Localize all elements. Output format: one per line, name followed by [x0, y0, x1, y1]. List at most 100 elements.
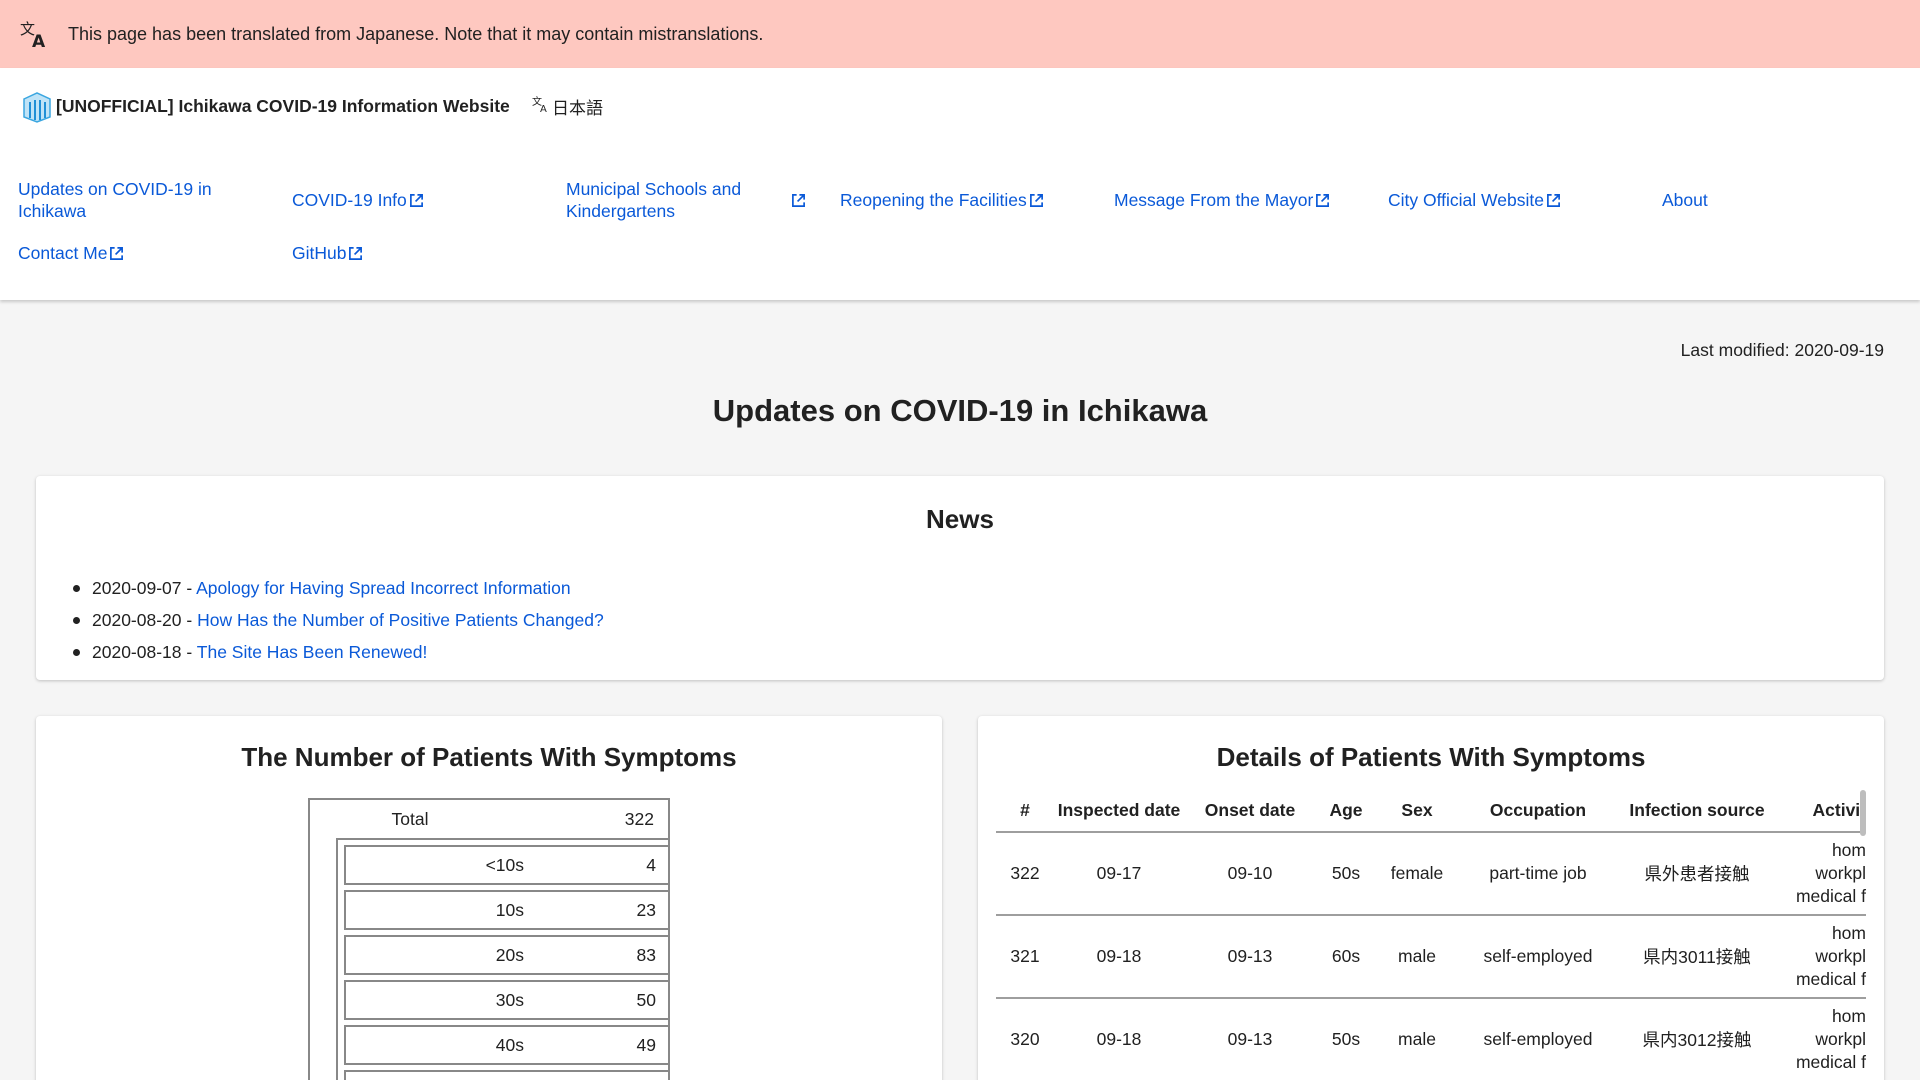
news-item: 2020-08-20 - How Has the Number of Posit… [73, 604, 604, 636]
cell-age: 50s [1316, 998, 1376, 1080]
cell-onset-date: 09-13 [1184, 998, 1316, 1080]
details-card: Details of Patients With Symptoms # Insp… [978, 716, 1884, 1080]
cell-activity: hom workpl medical f [1776, 998, 1866, 1080]
patients-table: # Inspected date Onset date Age Sex Occu… [996, 790, 1866, 1080]
svg-text:A: A [32, 32, 46, 49]
column-header[interactable]: Inspected date [1054, 790, 1184, 833]
cell-sex: male [1376, 998, 1458, 1080]
activity-line: hom [1831, 1006, 1866, 1026]
language-label: 日本語 [552, 99, 603, 118]
age-group-box: <10s 4 [344, 845, 670, 885]
activity-line: workpl [1815, 946, 1866, 966]
age-value: 49 [636, 1034, 656, 1055]
nav-item-city-website[interactable]: City Official Website [1388, 178, 1618, 222]
banner-text: This page has been translated from Japan… [68, 23, 764, 44]
external-link-icon [1315, 189, 1330, 211]
age-group-box-partial [344, 1070, 670, 1080]
activity-line: workpl [1815, 1029, 1866, 1049]
table-row: 321 09-18 09-13 60s male self-employed 県… [996, 915, 1866, 999]
cell-sex: male [1376, 915, 1458, 999]
column-header[interactable]: Sex [1376, 790, 1458, 833]
nav-item-label: Message From the Mayor [1114, 190, 1314, 210]
age-value: 83 [636, 944, 656, 965]
cell-infection-source: 県内3011接触 [1618, 915, 1776, 999]
news-date: 2020-08-18 - [92, 642, 197, 662]
column-header[interactable]: Onset date [1184, 790, 1316, 833]
language-switcher[interactable]: 文A 日本語 [532, 94, 603, 119]
cell-occupation: self-employed [1458, 915, 1618, 999]
nav-item-label: GitHub [292, 243, 347, 263]
page-title: Updates on COVID-19 in Ichikawa [712, 393, 1208, 428]
cell-inspected-date: 09-18 [1054, 998, 1184, 1080]
cell-number: 321 [996, 915, 1054, 999]
nav-item-mayor-message[interactable]: Message From the Mayor [1114, 178, 1344, 222]
cell-occupation: part-time job [1458, 832, 1618, 916]
age-group-box: 40s 49 [344, 1025, 670, 1065]
column-header[interactable]: Activit [1776, 790, 1866, 833]
nav-item-contact[interactable]: Contact Me [18, 238, 248, 268]
column-header[interactable]: # [996, 790, 1054, 833]
nav-item-label: COVID-19 Info [292, 190, 407, 210]
cell-onset-date: 09-13 [1184, 915, 1316, 999]
age-value: 23 [636, 899, 656, 920]
cell-infection-source: 県内3012接触 [1618, 998, 1776, 1080]
symptoms-card: The Number of Patients With Symptoms Tot… [36, 716, 942, 1080]
nav-item-label: Updates on COVID-19 in Ichikawa [18, 179, 212, 221]
activity-line: workpl [1815, 863, 1866, 883]
external-link-icon [348, 242, 363, 264]
nav-item-label: Reopening the Facilities [840, 190, 1027, 210]
nav-item-covid-info[interactable]: COVID-19 Info [292, 178, 522, 222]
site-header: [UNOFFICIAL] Ichikawa COVID-19 Informati… [0, 68, 1920, 300]
total-value: 322 [624, 808, 654, 829]
site-brand-link[interactable]: [UNOFFICIAL] Ichikawa COVID-19 Informati… [20, 86, 510, 126]
activity-line: hom [1831, 840, 1866, 860]
news-date: 2020-08-20 - [92, 610, 198, 630]
translation-banner: 文A This page has been translated from Ja… [0, 0, 1920, 68]
external-link-icon [1546, 189, 1561, 211]
cell-number: 322 [996, 832, 1054, 916]
site-title: [UNOFFICIAL] Ichikawa COVID-19 Informati… [56, 95, 510, 116]
nav-item-label: Municipal Schools and Kindergartens [566, 179, 742, 221]
news-card: News 2020-09-07 - Apology for Having Spr… [36, 476, 1884, 680]
table-header-row: # Inspected date Onset date Age Sex Occu… [996, 790, 1866, 833]
details-heading: Details of Patients With Symptoms [1216, 742, 1646, 772]
patient-tree: Total 322 <10s 4 10s 23 20s 83 30s 50 40s 49 [308, 798, 670, 1080]
cell-inspected-date: 09-18 [1054, 915, 1184, 999]
age-groups: <10s 4 10s 23 20s 83 30s 50 40s 49 [336, 838, 670, 1080]
external-link-icon [409, 189, 424, 211]
column-header[interactable]: Age [1316, 790, 1376, 833]
cell-onset-date: 09-10 [1184, 832, 1316, 916]
last-modified: Last modified: 2020-09-19 [1680, 340, 1884, 360]
cell-infection-source: 県外患者接触 [1618, 832, 1776, 916]
column-header[interactable]: Infection source [1618, 790, 1776, 833]
nav-item-updates[interactable]: Updates on COVID-19 in Ichikawa [18, 178, 228, 222]
age-label: 20s [495, 944, 524, 965]
external-link-icon [109, 242, 124, 264]
cell-activity: hom workpl medical f [1776, 915, 1866, 999]
external-link-icon [791, 189, 806, 211]
nav-item-label: About [1662, 190, 1708, 210]
total-label: Total [391, 808, 429, 829]
age-label: <10s [485, 854, 524, 875]
age-value: 4 [646, 854, 656, 875]
news-link[interactable]: How Has the Number of Positive Patients … [197, 610, 604, 630]
table-row: 320 09-18 09-13 50s male self-employed 県… [996, 998, 1866, 1080]
news-item: 2020-09-07 - Apology for Having Spread I… [73, 572, 604, 604]
cell-sex: female [1376, 832, 1458, 916]
table-scrollbar[interactable] [1860, 790, 1866, 836]
translate-small-icon: 文A [532, 95, 550, 118]
news-date: 2020-09-07 - [92, 578, 197, 598]
cell-age: 60s [1316, 915, 1376, 999]
translate-icon: 文A [18, 18, 50, 50]
cell-occupation: self-employed [1458, 998, 1618, 1080]
news-link[interactable]: Apology for Having Spread Incorrect Info… [196, 578, 571, 598]
nav-item-about[interactable]: About [1662, 178, 1892, 222]
news-link[interactable]: The Site Has Been Renewed! [197, 642, 428, 662]
nav-item-github[interactable]: GitHub [292, 238, 522, 268]
nav-item-reopening[interactable]: Reopening the Facilities [840, 178, 1070, 222]
nav-item-schools[interactable]: Municipal Schools and Kindergartens [566, 178, 806, 222]
column-header[interactable]: Occupation [1458, 790, 1618, 833]
total-row: Total 322 [310, 800, 668, 838]
table-row: 322 09-17 09-10 50s female part-time job… [996, 832, 1866, 916]
svg-text:A: A [540, 104, 547, 113]
